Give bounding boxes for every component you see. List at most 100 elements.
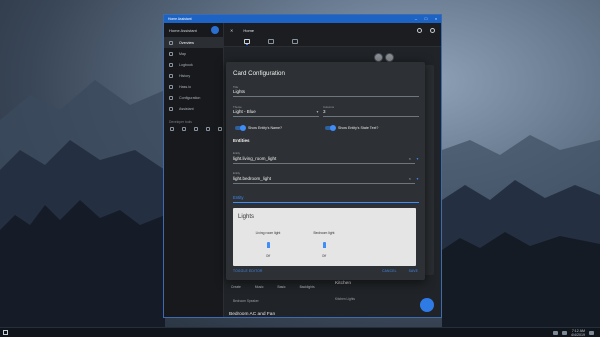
footer-spacer [263, 269, 370, 273]
sidebar-item-map[interactable]: Map [164, 48, 223, 59]
kitchen-card-entity: Kitchen Lights [335, 297, 356, 301]
dialog-footer: TOGGLE EDITOR CANCEL SAVE [233, 269, 418, 273]
sidebar-menu-button[interactable] [211, 26, 219, 34]
sidebar-item-assistant[interactable]: Assistant [164, 103, 223, 114]
entity-field-value: light.living_room_light [233, 156, 277, 161]
info-icon[interactable] [218, 127, 222, 131]
gear-icon [169, 95, 173, 100]
toggle-track [235, 125, 246, 131]
avatar[interactable] [374, 53, 383, 62]
dialog-title: Card Configuration [233, 70, 285, 77]
sidebar-item-overview[interactable]: Overview [164, 37, 223, 48]
preview-entity-state: Off [321, 254, 327, 258]
cancel-button[interactable]: CANCEL [382, 269, 397, 273]
close-icon[interactable]: × [409, 156, 411, 161]
nav-item[interactable]: Music [255, 285, 264, 289]
entity-field[interactable]: Entity light.living_room_light × ▼ [233, 151, 419, 164]
sidebar-item-label: Hass.io [179, 84, 191, 89]
sidebar-item-history[interactable]: History [164, 70, 223, 81]
page-title: Home [243, 27, 255, 33]
logbook-icon [169, 62, 173, 67]
nav-item[interactable]: Basic [278, 285, 286, 289]
arrow-left-icon[interactable]: ✕ [230, 28, 233, 33]
preview-entity-name: Living room light [255, 231, 281, 235]
hassio-icon [169, 84, 173, 89]
start-button[interactable] [0, 328, 10, 337]
entities-heading: Entities [233, 138, 250, 143]
sidebar-item-hassio[interactable]: Hass.io [164, 81, 223, 92]
new-entity-field[interactable]: Entity [233, 193, 419, 203]
taskbar-clock[interactable]: 7:12 AM 4/4/2019 [571, 329, 585, 337]
show-name-toggle[interactable]: Show Entity's Name? [235, 125, 282, 131]
show-state-toggle[interactable]: Show Entity's State Text? [325, 125, 379, 131]
lightbulb-icon [266, 242, 270, 248]
tab-add-icon[interactable] [292, 39, 298, 44]
dev-tools-heading: Developer tools [169, 120, 192, 124]
sidebar-item-logbook[interactable]: Logbook [164, 59, 223, 70]
bedroom-speaker-label: Bedroom Speaker [233, 299, 259, 303]
background-nav: Create Music Basic Backlights [231, 285, 315, 289]
help-icon[interactable] [417, 27, 422, 33]
file-icon[interactable] [206, 127, 210, 131]
theme-select[interactable]: Theme Light - Blue ▼ [233, 105, 319, 117]
window-titlebar[interactable]: Home Assistant – □ × [164, 15, 441, 23]
lightbulb-icon [322, 242, 326, 248]
toggle-knob [240, 125, 246, 131]
preview-entity-state: Off [265, 254, 271, 258]
clock-date: 4/4/2019 [571, 332, 585, 337]
preview-entity-name: Bedroom light [313, 231, 335, 235]
preview-entity[interactable]: Bedroom light Off [299, 231, 349, 258]
toggle-knob [330, 125, 336, 131]
top-app-bar: ✕ Home [224, 23, 441, 37]
system-tray: 7:12 AM 4/4/2019 [553, 329, 600, 337]
toggle-track [325, 125, 336, 131]
maximize-button[interactable]: □ [421, 15, 431, 23]
avatar[interactable] [385, 53, 394, 62]
sidebar-item-label: Configuration [179, 95, 201, 100]
columns-field[interactable]: Columns 3 [323, 105, 419, 117]
card-preview: Lights Living room light Off Bedroom lig… [233, 208, 416, 266]
tab-view-icon[interactable] [268, 39, 274, 44]
entity-field-label: Entity [233, 151, 240, 155]
volume-icon[interactable] [562, 330, 567, 335]
show-state-label: Show Entity's State Text? [338, 126, 379, 130]
chevron-down-icon[interactable]: ▼ [416, 177, 419, 181]
close-button[interactable]: × [431, 15, 441, 23]
nav-item[interactable]: Backlights [300, 285, 315, 289]
notifications-icon[interactable] [589, 330, 594, 335]
sidebar-item-configuration[interactable]: Configuration [164, 92, 223, 103]
sidebar: Home Assistant Overview Map Logbook Hist… [164, 23, 224, 317]
view-tabs [224, 37, 441, 47]
dev-tools-row [164, 127, 223, 131]
assistant-icon [169, 106, 173, 111]
remote-icon[interactable] [170, 127, 174, 131]
sidebar-item-label: History [179, 73, 191, 78]
theme-select-value: Light - Blue [233, 109, 256, 114]
topbar-actions [417, 27, 441, 33]
code-icon[interactable] [194, 127, 198, 131]
toggle-editor-button[interactable]: TOGGLE EDITOR [233, 269, 263, 273]
add-fab-button[interactable] [420, 298, 434, 312]
preview-title: Lights [238, 214, 255, 220]
entity-field[interactable]: Entity light.bedroom_light × ▼ [233, 171, 419, 184]
columns-field-value: 3 [323, 109, 326, 114]
overview-icon [169, 40, 173, 45]
minimize-button[interactable]: – [411, 15, 421, 23]
save-button[interactable]: SAVE [409, 269, 418, 273]
broadcast-icon[interactable] [182, 127, 186, 131]
nav-item[interactable]: Create [231, 285, 241, 289]
preview-entity[interactable]: Living room light Off [243, 231, 293, 258]
history-icon [169, 73, 173, 78]
user-avatars [374, 53, 394, 62]
title-field[interactable]: Title Lights [233, 85, 419, 97]
more-vert-icon[interactable] [430, 27, 435, 33]
window-title: Home Assistant [168, 17, 192, 21]
entity-field-value: light.bedroom_light [233, 176, 272, 181]
taskbar: 7:12 AM 4/4/2019 [0, 327, 600, 337]
tab-home-icon[interactable] [244, 39, 250, 44]
clock-time: 7:12 AM [571, 328, 585, 333]
close-icon[interactable]: × [409, 176, 411, 181]
chevron-down-icon[interactable]: ▼ [416, 157, 419, 161]
network-icon[interactable] [553, 330, 558, 335]
sidebar-app-title: Home Assistant [169, 27, 197, 33]
